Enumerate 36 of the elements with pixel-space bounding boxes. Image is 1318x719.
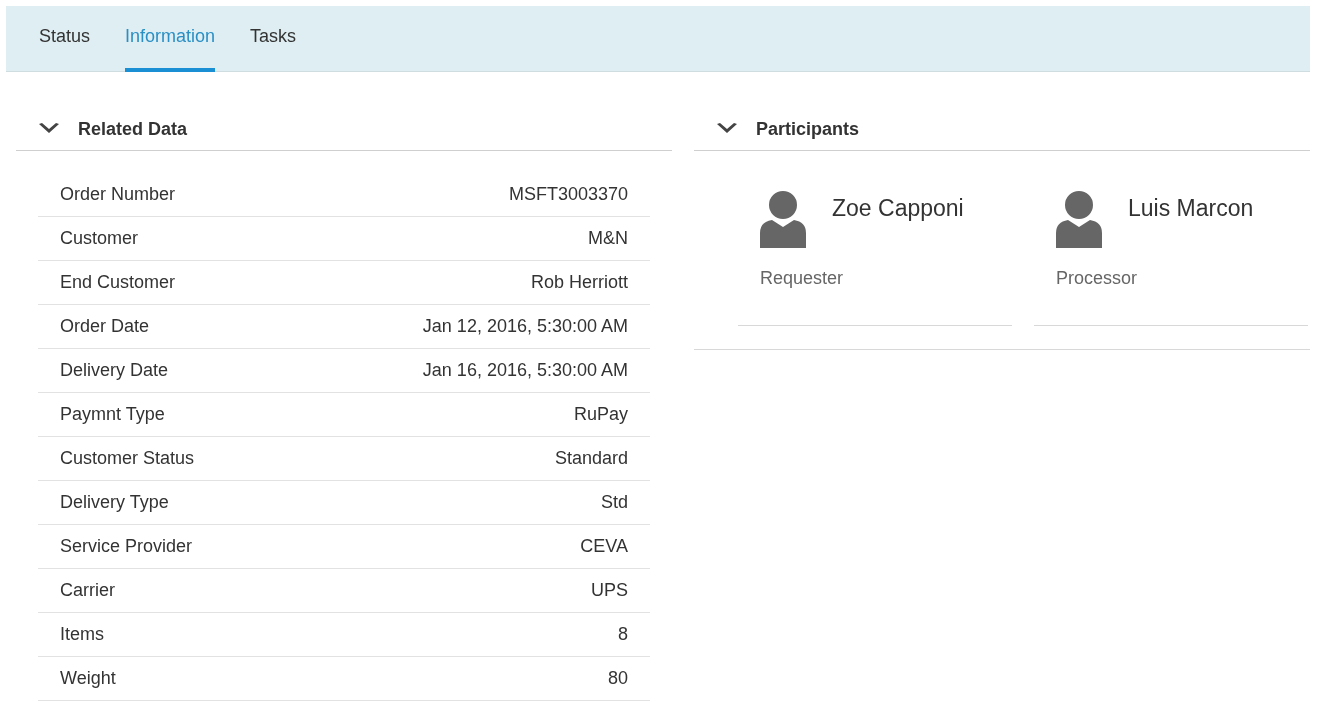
field-value: 80: [607, 668, 628, 689]
person-icon: [760, 191, 806, 248]
field-label: Paymnt Type: [60, 404, 165, 425]
field-value: UPS: [591, 580, 628, 601]
field-value: Jan 12, 2016, 5:30:00 AM: [422, 316, 628, 337]
field-label: Customer: [60, 228, 139, 249]
participant-name: Zoe Capponi: [832, 195, 964, 223]
participant-role: Processor: [1056, 268, 1139, 289]
participant-role: Requester: [760, 268, 845, 289]
field-label: Weight: [60, 668, 116, 689]
field-label: End Customer: [60, 272, 176, 293]
field-value: Jan 16, 2016, 5:30:00 AM: [422, 360, 628, 381]
field-value: Std: [600, 492, 628, 513]
tab[interactable]: Status: [39, 6, 91, 72]
field-label: Items: [60, 624, 104, 645]
field-label: Delivery Type: [60, 492, 169, 513]
field-label: Order Number: [60, 184, 176, 205]
field-value: CEVA: [580, 536, 628, 557]
field-value: M&N: [588, 228, 628, 249]
person-icon: [1056, 191, 1102, 248]
participant-name: Luis Marcon: [1128, 195, 1254, 223]
field-value: RuPay: [573, 404, 628, 425]
field-label: Order Date: [60, 316, 150, 337]
chevron-icon[interactable]: [716, 122, 738, 136]
field-label: Carrier: [60, 580, 115, 601]
field-label: Customer Status: [60, 448, 195, 469]
field-value: 8: [618, 624, 628, 645]
tab[interactable]: Tasks: [250, 6, 297, 72]
field-value: MSFT3003370: [508, 184, 628, 205]
section-title: Participants: [756, 118, 860, 140]
field-label: Delivery Date: [60, 360, 169, 381]
section-title: Related Data: [78, 118, 188, 140]
field-label: Service Provider: [60, 536, 193, 557]
field-value: Standard: [554, 448, 628, 469]
field-value: Rob Herriott: [530, 272, 628, 293]
chevron-icon[interactable]: [38, 122, 60, 136]
